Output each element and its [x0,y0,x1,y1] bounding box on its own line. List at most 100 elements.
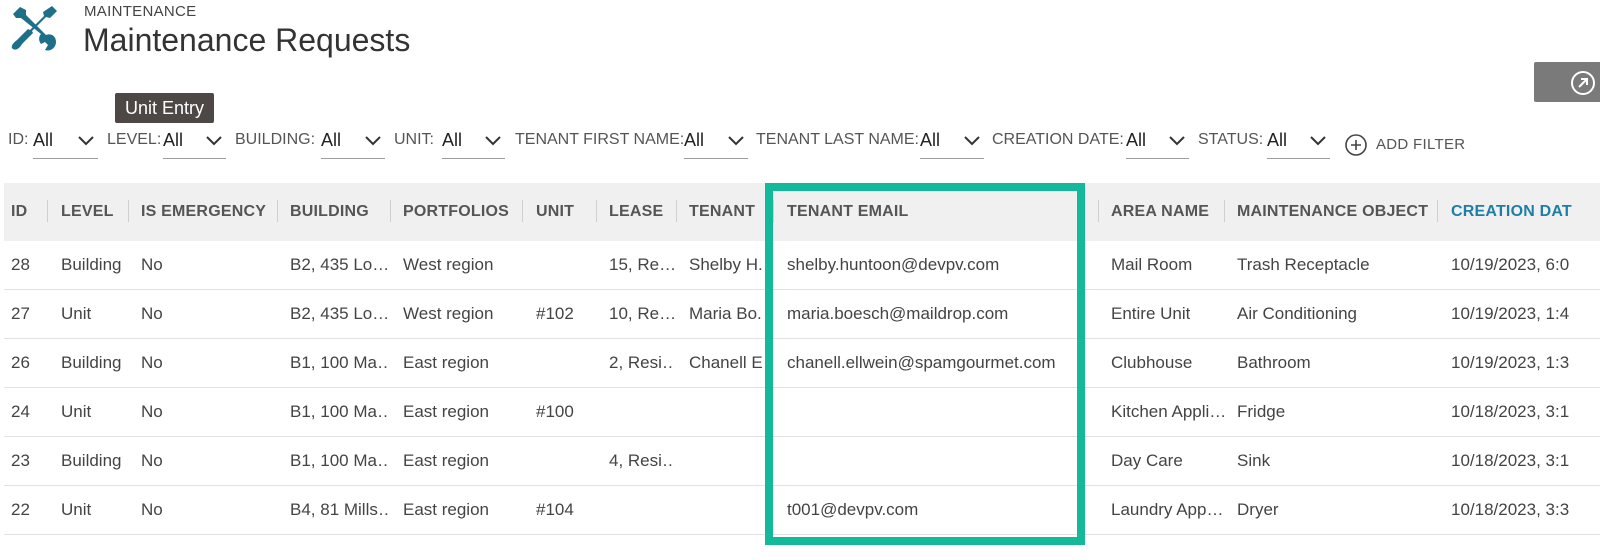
cell-building: B1, 100 Ma… [290,451,390,470]
cell-level: Unit [61,402,92,421]
cell-area-name: Clubhouse [1111,353,1193,372]
chevron-down-icon [365,136,381,146]
cell-area-name: Entire Unit [1111,304,1191,323]
table-header: ID LEVEL IS EMERGENCY BUILDING PORTFOLIO… [4,183,1600,241]
cell-maintenance-object: Bathroom [1237,353,1311,372]
cell-building: B2, 435 Lo… [290,304,390,323]
cell-area-name: Mail Room [1111,255,1193,274]
cell-area-name: Laundry App… [1111,500,1224,519]
cell-lease: 15, Re… [609,255,675,274]
filter-value: All [33,130,54,150]
cell-id: 24 [11,402,30,421]
cell-maintenance-object: Trash Receptacle [1237,255,1370,274]
filter-label: CREATION DATE: [992,131,1124,148]
add-filter-label: ADD FILTER [1376,136,1466,153]
cell-level: Unit [61,304,92,323]
table-row[interactable]: 28 Building No B2, 435 Lo… West region 1… [4,241,1600,290]
table-row[interactable]: 24 Unit No B1, 100 Ma… East region #100 … [4,388,1600,437]
column-divider[interactable] [522,200,523,222]
cell-unit: #100 [536,402,574,421]
cell-creation-date: 10/19/2023, 1:4 [1451,304,1570,323]
filter-level-select[interactable]: All [163,124,226,159]
filter-tenant-last-name-select[interactable]: All [920,124,984,159]
column-divider[interactable] [1224,200,1225,222]
filter-creation-date-select[interactable]: All [1126,124,1189,159]
chevron-down-icon [1169,136,1185,146]
cell-tenant: Maria Bo. [689,304,762,323]
cell-lease: 10, Re… [609,304,675,323]
open-external-icon [1571,71,1595,95]
column-header-tenant[interactable]: TENANT [689,203,755,221]
table-row[interactable]: 26 Building No B1, 100 Ma… East region 2… [4,339,1600,388]
column-divider[interactable] [1437,200,1438,222]
column-header-maintenance-object[interactable]: MAINTENANCE OBJECT [1237,203,1428,221]
cell-creation-date: 10/18/2023, 3:1 [1451,451,1570,470]
cell-creation-date: 10/19/2023, 6:0 [1451,255,1570,274]
column-header-level[interactable]: LEVEL [61,203,114,221]
column-header-portfolios[interactable]: PORTFOLIOS [403,203,509,221]
chevron-down-icon [964,136,980,146]
cell-tenant-email: shelby.huntoon@devpv.com [787,255,1000,274]
filter-label: TENANT FIRST NAME: [515,131,685,148]
section-eyebrow: MAINTENANCE [84,3,197,20]
cell-level: Unit [61,500,92,519]
filter-label: STATUS: [1198,131,1264,148]
table-row[interactable]: 23 Building No B1, 100 Ma… East region 4… [4,437,1600,486]
filter-id-select[interactable]: All [33,124,98,159]
column-divider[interactable] [128,200,129,222]
column-header-creation-date[interactable]: CREATION DAT [1451,203,1572,221]
filter-value: All [442,130,463,150]
column-divider[interactable] [676,200,677,222]
filter-unit-select[interactable]: All [442,124,505,159]
cell-is-emergency: No [141,353,163,372]
tooltip: Unit Entry [115,93,215,123]
filter-label: LEVEL: [107,131,162,148]
open-external-button[interactable] [1534,62,1600,102]
cell-tenant: Chanell E [689,353,763,372]
cell-maintenance-object: Dryer [1237,500,1279,519]
filter-building-select[interactable]: All [321,124,385,159]
cell-unit: #104 [536,500,574,519]
column-divider[interactable] [277,200,278,222]
filter-value: All [1126,130,1147,150]
filter-status-select[interactable]: All [1267,124,1330,159]
chevron-down-icon [485,136,501,146]
column-divider[interactable] [390,200,391,222]
column-header-unit[interactable]: UNIT [536,203,574,221]
cell-building: B2, 435 Lo… [290,255,390,274]
chevron-down-icon [78,136,94,146]
cell-is-emergency: No [141,402,163,421]
filter-value: All [920,130,941,150]
cell-building: B4, 81 Mills… [290,500,390,519]
cell-maintenance-object: Air Conditioning [1237,304,1358,323]
cell-creation-date: 10/19/2023, 1:3 [1451,353,1570,372]
filter-label: ID: [8,131,29,148]
table-row[interactable]: 27 Unit No B2, 435 Lo… West region #102 … [4,290,1600,339]
cell-portfolios: East region [403,402,489,421]
cell-is-emergency: No [141,451,163,470]
cell-portfolios: East region [403,451,489,470]
column-header-tenant-email[interactable]: TENANT EMAIL [787,203,909,221]
column-header-lease[interactable]: LEASE [609,203,663,221]
column-divider[interactable] [773,200,774,222]
add-filter-button[interactable]: ADD FILTER [1344,125,1484,159]
filter-label: BUILDING: [235,131,316,148]
column-header-id[interactable]: ID [11,203,27,221]
cell-area-name: Kitchen Appli… [1111,402,1227,421]
cell-tenant-email: chanell.ellwein@spamgourmet.com [787,353,1056,372]
cell-portfolios: West region [403,304,494,323]
column-header-building[interactable]: BUILDING [290,203,369,221]
cell-portfolios: East region [403,500,489,519]
column-divider[interactable] [47,200,48,222]
column-divider[interactable] [1098,200,1099,222]
plus-circle-icon [1345,134,1367,156]
cell-building: B1, 100 Ma… [290,353,390,372]
cell-portfolios: West region [403,255,494,274]
cell-is-emergency: No [141,500,163,519]
table-row[interactable]: 22 Unit No B4, 81 Mills… East region #10… [4,486,1600,535]
column-header-area-name[interactable]: AREA NAME [1111,203,1209,221]
column-divider[interactable] [596,200,597,222]
column-header-is-emergency[interactable]: IS EMERGENCY [141,203,266,221]
filter-tenant-first-name-select[interactable]: All [684,124,748,159]
cell-area-name: Day Care [1111,451,1183,470]
